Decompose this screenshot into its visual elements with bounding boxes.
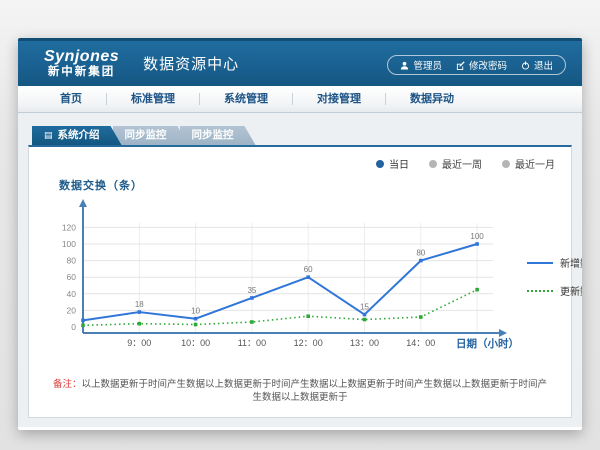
nav-item-home[interactable]: 首页 — [36, 86, 106, 112]
time-range-filter: 当日 最近一周 最近一月 — [376, 156, 555, 171]
svg-text:80: 80 — [67, 256, 77, 266]
chart-row: 0 20 40 60 80 100 120 9：00 10：00 11：00 12：00 13：00 1… — [29, 193, 571, 370]
svg-text:12：00: 12：00 — [294, 338, 323, 348]
logout-link[interactable]: 退出 — [521, 58, 553, 72]
svg-text:40: 40 — [67, 289, 77, 299]
svg-text:100: 100 — [62, 239, 76, 249]
filter-today[interactable]: 当日 — [376, 156, 409, 171]
nav-item-interface-mgmt[interactable]: 对接管理 — [293, 86, 385, 112]
footnote-prefix: 备注： — [53, 379, 82, 390]
edit-icon — [456, 61, 465, 70]
filter-last-week[interactable]: 最近一周 — [429, 156, 482, 171]
user-icon — [400, 61, 409, 70]
radio-unselected-icon — [502, 160, 510, 168]
svg-text:9：00: 9：00 — [127, 338, 151, 348]
svg-text:60: 60 — [67, 272, 77, 282]
line-chart: 0 20 40 60 80 100 120 9：00 10：00 11：00 12：00 13：00 1… — [37, 193, 523, 370]
footnote: 备注：以上数据更新于时间产生数据以上数据更新于时间产生数据以上数据更新于时间产生… — [29, 378, 571, 405]
company-logo: Synjones 新中新集团 — [44, 49, 119, 78]
legend-item-new-data[interactable]: 新增数据 — [527, 255, 582, 270]
current-user[interactable]: 管理员 — [400, 58, 442, 72]
logo-secondary-text: 新中新集团 — [48, 66, 116, 78]
green-dotted-line-icon — [527, 290, 553, 292]
main-nav: 首页 标准管理 系统管理 对接管理 数据异动 — [18, 86, 582, 113]
tab-bar: ▤ 系统介绍 同步监控 同步监控 — [32, 126, 572, 145]
power-icon — [521, 61, 530, 70]
chart-y-axis-title: 数据交换（条） — [59, 177, 571, 193]
content-area: ▤ 系统介绍 同步监控 同步监控 当日 最近一周 — [18, 113, 582, 427]
nav-item-system-mgmt[interactable]: 系统管理 — [200, 86, 292, 112]
svg-text:120: 120 — [62, 222, 76, 232]
logo-primary-text: Synjones — [44, 49, 119, 66]
chart-legend: 新增数据 更新数据 — [527, 255, 582, 298]
legend-item-updated-data[interactable]: 更新数据 — [527, 283, 582, 298]
footnote-text: 以上数据更新于时间产生数据以上数据更新于时间产生数据以上数据更新于时间产生数据以… — [82, 379, 548, 403]
account-pill: 管理员 修改密码 退出 — [387, 55, 566, 75]
radio-unselected-icon — [429, 160, 437, 168]
svg-text:35: 35 — [247, 286, 256, 295]
nav-item-data-change[interactable]: 数据异动 — [386, 86, 478, 112]
svg-text:80: 80 — [416, 249, 425, 258]
svg-text:100: 100 — [470, 232, 484, 241]
radio-selected-icon — [376, 160, 384, 168]
document-icon: ▤ — [44, 131, 53, 140]
app-header: Synjones 新中新集团 数据资源中心 管理员 修改密码 退出 — [18, 38, 582, 86]
svg-text:20: 20 — [67, 305, 77, 315]
svg-text:60: 60 — [304, 265, 313, 274]
blue-line-icon — [527, 262, 553, 264]
svg-text:0: 0 — [71, 322, 76, 332]
svg-text:10: 10 — [191, 307, 200, 316]
nav-item-standard-mgmt[interactable]: 标准管理 — [107, 86, 199, 112]
svg-text:日期（小时）: 日期（小时） — [456, 337, 519, 350]
svg-text:15: 15 — [360, 303, 369, 312]
svg-text:14：00: 14：00 — [406, 338, 435, 348]
tab-sync-monitor-2[interactable]: 同步监控 — [180, 126, 256, 145]
svg-text:10：00: 10：00 — [181, 338, 210, 348]
svg-text:11：00: 11：00 — [238, 338, 266, 348]
svg-text:13：00: 13：00 — [350, 338, 379, 348]
app-window: Synjones 新中新集团 数据资源中心 管理员 修改密码 退出 — [18, 38, 582, 430]
change-password-link[interactable]: 修改密码 — [456, 58, 507, 72]
page-title: 数据资源中心 — [143, 53, 239, 74]
chart-panel: 当日 最近一周 最近一月 数据交换（条） 0 20 40 60 80 100 120 9：00… — [28, 145, 572, 418]
tab-sync-monitor-1[interactable]: 同步监控 — [113, 126, 189, 145]
tab-system-intro[interactable]: ▤ 系统介绍 — [32, 126, 122, 145]
filter-last-month[interactable]: 最近一月 — [502, 156, 555, 171]
svg-text:18: 18 — [135, 300, 144, 309]
